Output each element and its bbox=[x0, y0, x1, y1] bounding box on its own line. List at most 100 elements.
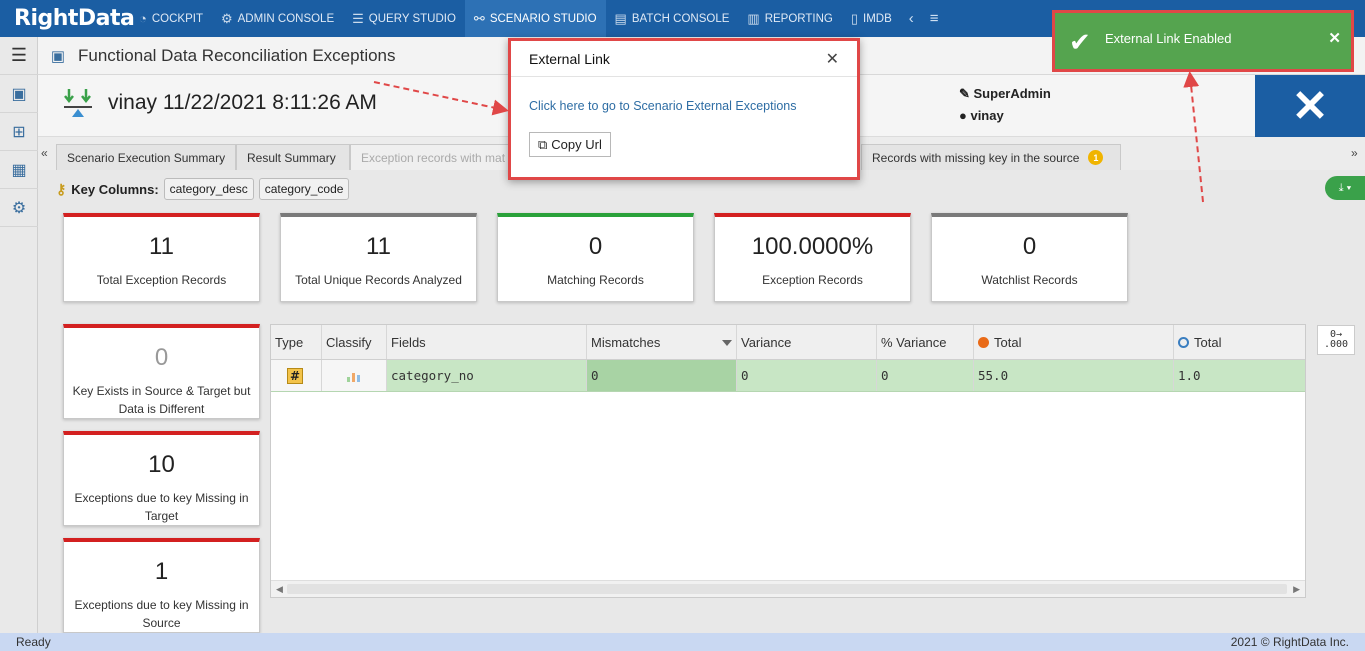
card-value: 100.0000% bbox=[751, 233, 874, 260]
role-line: ✎ SuperAdmin bbox=[959, 83, 1051, 105]
close-icon[interactable]: ✕ bbox=[826, 49, 839, 69]
nav-scenario-studio[interactable]: ⚯ SCENARIO STUDIO bbox=[464, 0, 606, 37]
card-matching-records[interactable]: 0 Matching Records bbox=[497, 213, 694, 302]
page-title: Functional Data Reconciliation Exception… bbox=[78, 45, 396, 65]
hamburger-menu-icon[interactable]: ☰ bbox=[0, 37, 38, 75]
pencil-icon: ✎ bbox=[959, 86, 974, 101]
bar-chart-icon bbox=[347, 372, 360, 382]
checkmark-icon: ✔ bbox=[1069, 27, 1091, 57]
gauge-icon: ◔ bbox=[139, 11, 147, 26]
horizontal-scrollbar[interactable]: ◀ ▶ bbox=[271, 580, 1305, 597]
status-bar: Ready 2021 © RightData Inc. bbox=[0, 633, 1365, 651]
add-scenario-icon[interactable]: ⊞ bbox=[0, 113, 38, 151]
tab-scroll-right-icon[interactable]: » bbox=[1351, 146, 1358, 160]
card-value: 10 bbox=[148, 451, 175, 478]
cell-variance: 0 bbox=[737, 360, 877, 391]
nav-label: IMDB bbox=[863, 12, 892, 25]
user-block: ✎ SuperAdmin ● vinay bbox=[959, 83, 1051, 127]
col-label: Mismatches bbox=[591, 334, 661, 350]
copy-url-button[interactable]: ⧉ Copy Url bbox=[529, 132, 611, 157]
status-text: Ready bbox=[16, 635, 51, 649]
nav-admin-console[interactable]: ⚙ ADMIN CONSOLE bbox=[212, 0, 343, 37]
card-label: Total Exception Records bbox=[96, 273, 227, 287]
nav-imdb[interactable]: ▯ IMDB bbox=[842, 0, 901, 37]
col-total-source[interactable]: Total bbox=[974, 325, 1174, 359]
cell-type: # bbox=[271, 360, 322, 391]
card-value: 11 bbox=[149, 233, 174, 260]
download-icon: ⤓ ▾ bbox=[1338, 181, 1352, 194]
tab-scenario-execution-summary[interactable]: Scenario Execution Summary bbox=[56, 144, 236, 170]
number-format-button[interactable]: 0→ .000 bbox=[1317, 325, 1355, 355]
col-pct-variance[interactable]: % Variance bbox=[877, 325, 974, 359]
card-total-exception-records[interactable]: 11 Total Exception Records bbox=[63, 213, 260, 302]
external-link-dialog: External Link ✕ Click here to go to Scen… bbox=[508, 38, 860, 180]
rightdata-logo[interactable]: RightData bbox=[0, 6, 135, 31]
col-label: Type bbox=[275, 334, 304, 350]
nav-batch-console[interactable]: ▤ BATCH CONSOLE bbox=[606, 0, 739, 37]
card-value: 0 bbox=[588, 233, 603, 260]
col-label: Total bbox=[994, 334, 1022, 350]
nav-query-studio[interactable]: ☰ QUERY STUDIO bbox=[343, 0, 465, 37]
tab-result-summary[interactable]: Result Summary bbox=[236, 144, 350, 170]
chart-panel-icon[interactable]: ▦ bbox=[0, 151, 38, 189]
folder-icon[interactable]: ▣ bbox=[0, 75, 38, 113]
copyright-text: 2021 © RightData Inc. bbox=[1230, 635, 1349, 649]
target-icon bbox=[1178, 336, 1189, 348]
cell-total-source: 55.0 bbox=[974, 360, 1174, 391]
scrollbar-thumb[interactable] bbox=[287, 584, 1287, 594]
col-fields[interactable]: Fields bbox=[387, 325, 587, 359]
tab-label: Result Summary bbox=[247, 150, 336, 165]
tab-badge: 1 bbox=[1088, 150, 1104, 165]
scroll-left-icon[interactable]: ◀ bbox=[276, 584, 283, 595]
card-missing-in-target[interactable]: 10 Exceptions due to key Missing in Targ… bbox=[63, 431, 260, 526]
col-label: Variance bbox=[741, 334, 792, 350]
chevron-left-icon[interactable]: ‹ bbox=[901, 10, 922, 27]
toast-message: External Link Enabled bbox=[1105, 31, 1232, 46]
dialog-title: External Link bbox=[529, 50, 610, 67]
network-icon: ⚯ bbox=[473, 10, 485, 26]
user-icon: ● bbox=[959, 108, 971, 123]
settings-panel-icon[interactable]: ⚙ bbox=[0, 189, 38, 227]
tab-exception-records[interactable]: Exception records with mat bbox=[350, 144, 510, 170]
key-column-chip: category_code bbox=[258, 178, 350, 200]
card-label: Key Exists in Source & Target but Data i… bbox=[72, 384, 251, 416]
col-type[interactable]: Type bbox=[271, 325, 322, 359]
columns-icon: ▯ bbox=[850, 10, 859, 26]
cell-classify[interactable] bbox=[322, 360, 387, 391]
close-icon[interactable]: ✕ bbox=[1328, 29, 1341, 47]
scroll-right-icon[interactable]: ▶ bbox=[1293, 584, 1300, 595]
tab-label: Records with missing key in the source bbox=[872, 150, 1080, 165]
fields-grid: Type Classify Fields Mismatches Variance… bbox=[270, 324, 1306, 598]
close-result-button[interactable]: ✕ bbox=[1255, 75, 1365, 137]
database-stack-icon[interactable]: ≡ bbox=[922, 10, 947, 27]
card-watchlist-records[interactable]: 0 Watchlist Records bbox=[931, 213, 1128, 302]
tab-label: Exception records with mat bbox=[361, 150, 506, 165]
sort-desc-icon[interactable] bbox=[722, 340, 732, 346]
col-total-target[interactable]: Total bbox=[1174, 325, 1305, 359]
card-key-exists-data-different[interactable]: 0 Key Exists in Source & Target but Data… bbox=[63, 324, 260, 419]
database-icon: ☰ bbox=[352, 10, 364, 26]
col-label: % Variance bbox=[881, 334, 947, 350]
nav-label: REPORTING bbox=[764, 12, 833, 25]
nav-label: SCENARIO STUDIO bbox=[489, 12, 597, 25]
download-button[interactable]: ⤓ ▾ bbox=[1325, 176, 1365, 200]
cell-total-target: 1.0 bbox=[1178, 368, 1201, 383]
grid-header: Type Classify Fields Mismatches Variance… bbox=[271, 325, 1305, 360]
batch-icon: ▤ bbox=[614, 10, 627, 26]
card-total-unique-records[interactable]: 11 Total Unique Records Analyzed bbox=[280, 213, 477, 302]
card-missing-in-source[interactable]: 1 Exceptions due to key Missing in Sourc… bbox=[63, 538, 260, 633]
card-label: Watchlist Records bbox=[981, 273, 1078, 287]
col-variance[interactable]: Variance bbox=[737, 325, 877, 359]
nav-reporting[interactable]: ▥ REPORTING bbox=[738, 0, 841, 37]
card-label: Exception Records bbox=[762, 273, 863, 287]
card-exception-records-pct[interactable]: 100.0000% Exception Records bbox=[714, 213, 911, 302]
table-row[interactable]: # category_no 0 0 0 55.0 1.0 bbox=[271, 360, 1305, 392]
col-mismatches[interactable]: Mismatches bbox=[587, 325, 737, 359]
tab-records-missing-key[interactable]: Records with missing key in the source 1 bbox=[861, 144, 1121, 170]
tab-scroll-left-icon[interactable]: « bbox=[41, 146, 48, 160]
numeric-type-icon: # bbox=[287, 367, 303, 384]
nav-cockpit[interactable]: ◔ COCKPIT bbox=[130, 0, 212, 37]
external-exceptions-link[interactable]: Click here to go to Scenario External Ex… bbox=[529, 99, 797, 113]
col-classify[interactable]: Classify bbox=[322, 325, 387, 359]
nav-label: COCKPIT bbox=[151, 12, 203, 25]
